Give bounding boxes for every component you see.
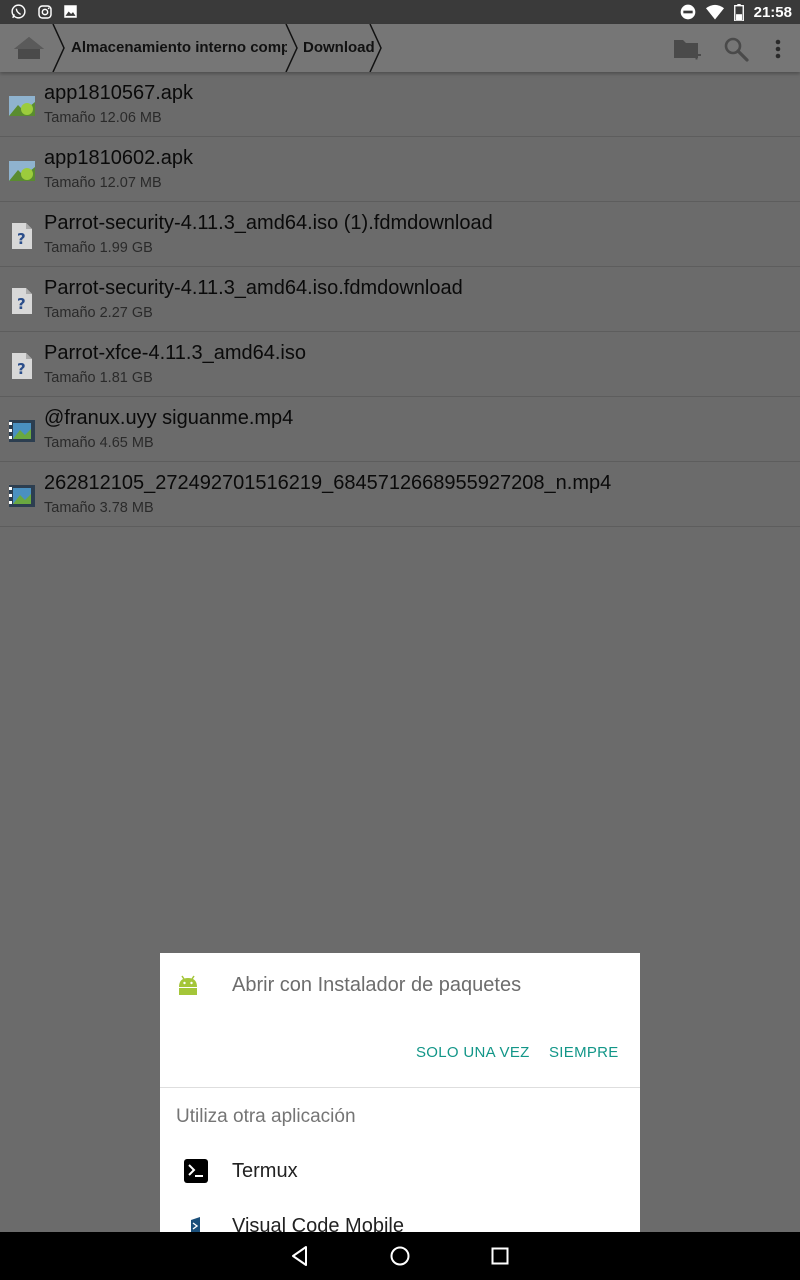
app-option-termux[interactable]: Termux [160, 1145, 640, 1201]
home-circle-icon[interactable] [388, 1244, 412, 1268]
breadcrumb-separator [285, 24, 298, 72]
visual-code-mobile-icon [191, 1217, 200, 1232]
clock: 21:58 [753, 3, 792, 21]
video-file-icon [9, 485, 35, 507]
new-folder-icon[interactable] [672, 34, 702, 64]
just-once-button[interactable]: SOLO UNA VEZ [416, 1044, 530, 1061]
breadcrumb-separator [369, 24, 382, 72]
file-row[interactable]: app1810567.apk Tamaño 12.06 MB [0, 72, 800, 137]
file-row[interactable]: ? Parrot-security-4.11.3_amd64.iso (1).f… [0, 202, 800, 267]
recents-icon[interactable] [488, 1244, 512, 1268]
navigation-bar [0, 1232, 800, 1280]
gallery-icon [64, 5, 77, 18]
search-icon[interactable] [721, 34, 751, 64]
file-row[interactable]: @franux.uyy siguanme.mp4 Tamaño 4.65 MB [0, 397, 800, 462]
divider [160, 1087, 640, 1088]
open-with-dialog: Abrir con Instalador de paquetes SOLO UN… [160, 953, 640, 1232]
termux-icon [184, 1159, 208, 1183]
instagram-icon [38, 4, 52, 19]
file-size: Tamaño 1.99 GB [44, 240, 153, 256]
breadcrumb-internal-storage[interactable]: Almacenamiento interno compartido [71, 24, 287, 72]
use-other-app-label: Utiliza otra aplicación [176, 1106, 356, 1127]
more-vert-icon[interactable] [763, 34, 793, 64]
status-bar: 21:58 [0, 0, 800, 24]
file-name: Parrot-xfce-4.11.3_amd64.iso [44, 342, 306, 364]
app-option-visual-code-mobile[interactable]: Visual Code Mobile [160, 1200, 640, 1232]
file-name: 262812105_272492701516219_68457126689559… [44, 472, 612, 494]
video-file-icon [9, 420, 35, 442]
wifi-icon [705, 4, 724, 20]
file-row[interactable]: app1810602.apk Tamaño 12.07 MB [0, 137, 800, 202]
do-not-disturb-icon [680, 4, 695, 20]
dialog-title: Abrir con Instalador de paquetes [232, 974, 522, 996]
file-size: Tamaño 4.65 MB [44, 435, 154, 451]
file-row[interactable]: 262812105_272492701516219_68457126689559… [0, 462, 800, 527]
file-size: Tamaño 3.78 MB [44, 500, 154, 516]
app-option-label: Termux [232, 1160, 298, 1182]
android-icon [179, 975, 197, 995]
svg-text:?: ? [17, 295, 26, 313]
file-name: @franux.uyy siguanme.mp4 [44, 407, 294, 429]
file-name: Parrot-security-4.11.3_amd64.iso (1).fdm… [44, 212, 493, 234]
apk-file-icon [9, 161, 35, 181]
app-option-label: Visual Code Mobile [232, 1215, 404, 1232]
always-button[interactable]: SIEMPRE [549, 1044, 619, 1061]
file-list: app1810567.apk Tamaño 12.06 MB app181060… [0, 72, 800, 527]
file-size: Tamaño 2.27 GB [44, 305, 153, 321]
unknown-file-icon: ? [12, 223, 32, 249]
unknown-file-icon: ? [12, 288, 32, 314]
file-size: Tamaño 12.07 MB [44, 175, 162, 191]
home-icon[interactable] [12, 34, 46, 62]
file-row[interactable]: ? Parrot-security-4.11.3_amd64.iso.fdmdo… [0, 267, 800, 332]
svg-text:?: ? [17, 360, 26, 378]
svg-text:?: ? [17, 230, 26, 248]
file-name: Parrot-security-4.11.3_amd64.iso.fdmdown… [44, 277, 463, 299]
back-icon[interactable] [288, 1244, 312, 1268]
whatsapp-icon [11, 4, 26, 19]
file-size: Tamaño 12.06 MB [44, 110, 162, 126]
breadcrumb-separator [52, 24, 65, 72]
apk-file-icon [9, 96, 35, 116]
file-row[interactable]: ? Parrot-xfce-4.11.3_amd64.iso Tamaño 1.… [0, 332, 800, 397]
file-size: Tamaño 1.81 GB [44, 370, 153, 386]
battery-icon [733, 3, 744, 21]
toolbar: Almacenamiento interno compartido Downlo… [0, 24, 800, 72]
breadcrumb-download[interactable]: Download [303, 24, 375, 72]
unknown-file-icon: ? [12, 353, 32, 379]
file-name: app1810602.apk [44, 147, 194, 169]
file-name: app1810567.apk [44, 82, 194, 104]
